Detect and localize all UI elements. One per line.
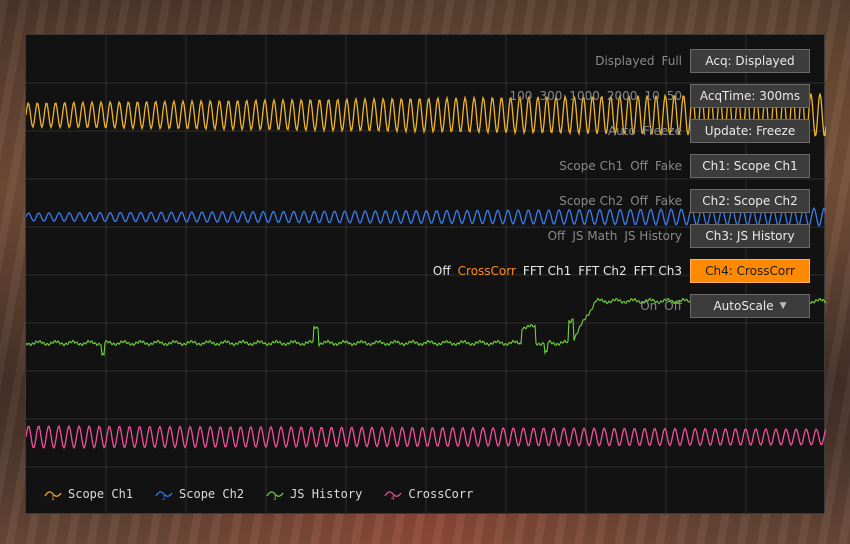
control-button[interactable]: Ch4: CrossCorr	[690, 259, 810, 283]
legend-item[interactable]: 2 Scope Ch2	[155, 487, 244, 501]
option-item[interactable]: JS History	[624, 229, 682, 243]
control-row: On Off AutoScale ▼	[640, 294, 810, 318]
control-button[interactable]: Ch1: Scope Ch1	[690, 154, 810, 178]
wave-icon: 3	[266, 491, 284, 500]
option-item[interactable]: Full	[661, 54, 682, 68]
option-list: Off JS Math JS History	[548, 229, 682, 243]
control-button[interactable]: Update: Freeze	[690, 119, 810, 143]
legend-label: Scope Ch2	[179, 487, 245, 501]
option-item[interactable]: 300	[539, 89, 562, 103]
option-item[interactable]: Scope Ch2	[559, 194, 623, 208]
control-button[interactable]: Ch3: JS History	[690, 224, 810, 248]
wave-icon: 2	[155, 491, 173, 500]
option-list: Auto Freeze	[608, 124, 682, 138]
option-item[interactable]: On	[640, 299, 657, 313]
option-item[interactable]: 50	[667, 89, 682, 103]
oscilloscope-panel: Displayed Full Acq: Displayed 100 300 1000 200…	[25, 34, 826, 515]
channel-number: 2	[162, 495, 166, 500]
control-row: Displayed Full Acq: Displayed	[595, 49, 810, 73]
legend-label: JS History	[290, 487, 363, 501]
option-list: Off CrossCorr FFT Ch1 FFT Ch2 FFT Ch3	[433, 264, 682, 278]
channel-legend: 1 Scope Ch1 2 Scope Ch2 3 JS History 4 CrossCor…	[44, 487, 473, 501]
option-list: On Off	[640, 299, 682, 313]
channel-number: 3	[273, 495, 277, 500]
option-item[interactable]: Off	[433, 264, 451, 278]
wave-icon: 1	[44, 491, 62, 500]
channel-number: 4	[391, 495, 395, 500]
option-item[interactable]: FFT Ch2	[578, 264, 626, 278]
wave-icon: 4	[384, 491, 402, 500]
option-item[interactable]: FFT Ch1	[523, 264, 571, 278]
option-item[interactable]: Fake	[655, 159, 682, 173]
option-list: Scope Ch1 Off Fake	[559, 159, 682, 173]
option-item[interactable]: Off	[630, 194, 648, 208]
control-row: Off JS Math JS History Ch3: JS History	[548, 224, 810, 248]
option-item[interactable]: Off	[664, 299, 682, 313]
control-row: Scope Ch2 Off Fake Ch2: Scope Ch2	[559, 189, 810, 213]
option-item[interactable]: Fake	[655, 194, 682, 208]
legend-item[interactable]: 3 JS History	[266, 487, 362, 501]
control-row: Scope Ch1 Off Fake Ch1: Scope Ch1	[559, 154, 810, 178]
option-item[interactable]: JS Math	[572, 229, 617, 243]
legend-label: CrossCorr	[408, 487, 474, 501]
option-item[interactable]: Off	[630, 159, 648, 173]
option-item[interactable]: 1000	[569, 89, 600, 103]
control-row: 100 300 1000 2000 10 50 AcqTime: 300ms	[510, 84, 810, 108]
control-button[interactable]: Ch2: Scope Ch2	[690, 189, 810, 213]
option-item[interactable]: FFT Ch3	[634, 264, 682, 278]
option-item[interactable]: Auto	[608, 124, 636, 138]
legend-item[interactable]: 4 CrossCorr	[384, 487, 473, 501]
option-list: Displayed Full	[595, 54, 682, 68]
option-item[interactable]: Off	[548, 229, 566, 243]
option-item[interactable]: Displayed	[595, 54, 654, 68]
control-button[interactable]: AutoScale ▼	[690, 294, 810, 318]
legend-label: Scope Ch1	[68, 487, 134, 501]
option-item[interactable]: 100	[510, 89, 533, 103]
control-row: Auto Freeze Update: Freeze	[608, 119, 810, 143]
option-item[interactable]: Freeze	[643, 124, 682, 138]
option-list: Scope Ch2 Off Fake	[559, 194, 682, 208]
option-item[interactable]: 10	[644, 89, 659, 103]
option-item[interactable]: Scope Ch1	[559, 159, 623, 173]
option-item[interactable]: 2000	[607, 89, 638, 103]
channel-number: 1	[51, 495, 55, 500]
control-button[interactable]: Acq: Displayed	[690, 49, 810, 73]
control-row: Off CrossCorr FFT Ch1 FFT Ch2 FFT Ch3 Ch4: Cr…	[433, 259, 810, 283]
dropdown-arrow-icon: ▼	[779, 301, 787, 311]
option-list: 100 300 1000 2000 10 50	[510, 89, 682, 103]
legend-item[interactable]: 1 Scope Ch1	[44, 487, 133, 501]
option-item[interactable]: CrossCorr	[458, 264, 516, 278]
control-button[interactable]: AcqTime: 300ms	[690, 84, 810, 108]
